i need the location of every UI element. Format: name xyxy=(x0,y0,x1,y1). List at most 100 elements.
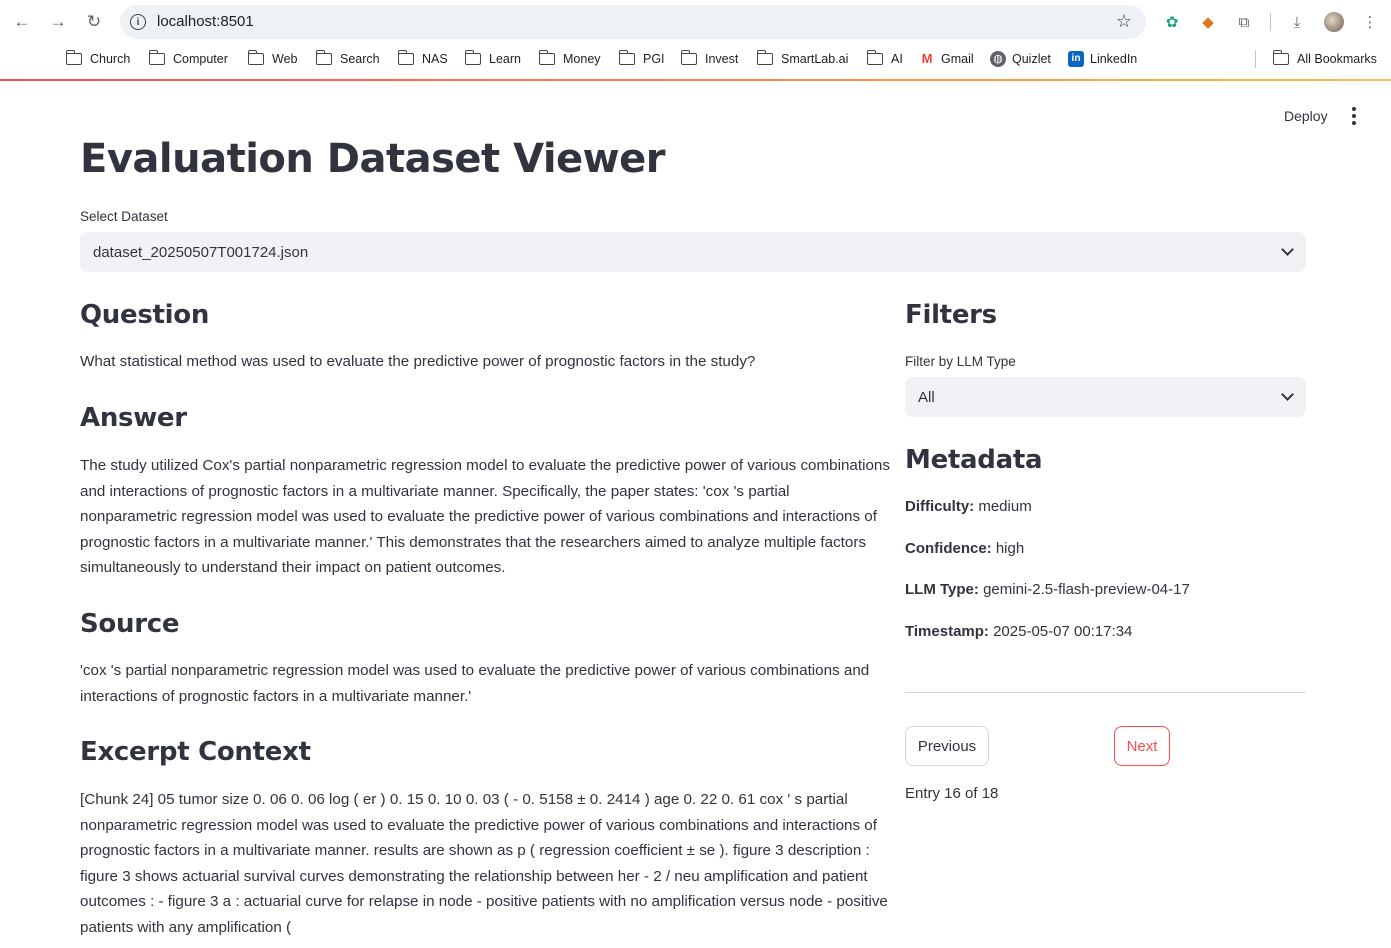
bookmark-learn[interactable]: Learn xyxy=(464,50,521,68)
excerpt-text: [Chunk 24] 05 tumor size 0. 06 0. 06 log… xyxy=(80,791,888,936)
folder-icon xyxy=(247,50,264,65)
answer-heading: Answer xyxy=(80,403,187,433)
entry-counter: Entry 16 of 18 xyxy=(905,785,999,802)
download-icon[interactable]: ⤓ xyxy=(1286,11,1308,33)
forward-arrow-icon[interactable]: → xyxy=(46,10,70,34)
dataset-select[interactable]: dataset_20250507T001724.json xyxy=(80,232,1306,272)
bookmark-label: Learn xyxy=(489,52,521,66)
folder-icon xyxy=(538,50,555,65)
bookmark-label: AI xyxy=(891,52,903,66)
site-info-icon[interactable]: i xyxy=(130,14,146,30)
extension-copilot-icon[interactable]: ✿ xyxy=(1161,11,1183,33)
bookmark-label: Computer xyxy=(173,52,228,66)
bookmark-ai[interactable]: AI xyxy=(866,50,903,68)
answer-text: The study utilized Cox's partial nonpara… xyxy=(80,457,890,577)
url-text[interactable]: localhost:8501 xyxy=(157,13,254,30)
page-title: Evaluation Dataset Viewer xyxy=(80,136,665,182)
browser-toolbar: ← → ↻ i localhost:8501 ☆ ✿ ◆ ⧉ ⤓ ⋮ xyxy=(0,0,1391,44)
bookmark-linkedin[interactable]: in LinkedIn xyxy=(1068,50,1137,68)
bookmark-label: All Bookmarks xyxy=(1297,52,1377,66)
bookmark-label: SmartLab.ai xyxy=(781,52,849,66)
folder-icon xyxy=(866,50,883,65)
bookmark-label: Web xyxy=(272,52,298,66)
globe-icon: ◍ xyxy=(990,51,1006,67)
address-bar[interactable]: i localhost:8501 ☆ xyxy=(120,5,1146,39)
bookmark-label: Church xyxy=(90,52,131,66)
bookmark-web[interactable]: Web xyxy=(247,50,298,68)
difficulty-value: medium xyxy=(978,498,1032,515)
next-button[interactable]: Next xyxy=(1114,726,1170,766)
chevron-down-icon xyxy=(1281,388,1294,401)
filter-llm-label: Filter by LLM Type xyxy=(905,354,1016,369)
chevron-down-icon xyxy=(1281,243,1294,256)
bookmark-label: NAS xyxy=(422,52,448,66)
bookmark-computer[interactable]: Computer xyxy=(148,50,228,68)
deploy-button[interactable]: Deploy xyxy=(1270,104,1342,128)
dataset-select-value: dataset_20250507T001724.json xyxy=(93,243,309,261)
bookmark-quizlet[interactable]: ◍ Quizlet xyxy=(990,50,1051,68)
folder-icon xyxy=(148,50,165,65)
bookmark-money[interactable]: Money xyxy=(538,50,601,68)
folder-icon xyxy=(65,50,82,65)
app-top-decoration xyxy=(0,79,1391,81)
bookmark-label: Gmail xyxy=(941,52,974,66)
folder-icon xyxy=(680,50,697,65)
divider xyxy=(905,692,1306,693)
bookmark-star-icon[interactable]: ☆ xyxy=(1116,11,1132,32)
llm-type-value: gemini-2.5-flash-preview-04-17 xyxy=(983,581,1190,598)
source-heading: Source xyxy=(80,609,180,639)
select-dataset-label: Select Dataset xyxy=(80,209,168,224)
bookmark-label: Money xyxy=(563,52,601,66)
gmail-icon: M xyxy=(919,51,935,67)
question-heading: Question xyxy=(80,300,210,330)
main-menu-icon[interactable] xyxy=(1344,106,1364,126)
llm-type-row: LLM Type: gemini-2.5-flash-preview-04-17 xyxy=(905,581,1190,598)
bookmark-label: Quizlet xyxy=(1012,52,1051,66)
linkedin-icon: in xyxy=(1068,51,1084,67)
timestamp-label: Timestamp: xyxy=(905,623,989,640)
bookmark-label: LinkedIn xyxy=(1090,52,1138,66)
bookmark-label: PGI xyxy=(643,52,665,66)
folder-icon xyxy=(756,50,773,65)
source-text: 'cox 's partial nonparametric regression… xyxy=(80,662,870,705)
reload-icon[interactable]: ↻ xyxy=(82,10,106,34)
toolbar-divider xyxy=(1270,13,1271,31)
confidence-row: Confidence: high xyxy=(905,540,1024,557)
bookmark-pgi[interactable]: PGI xyxy=(618,50,665,68)
confidence-value: high xyxy=(995,540,1025,557)
all-bookmarks[interactable]: All Bookmarks xyxy=(1272,50,1377,68)
bookmark-smartlab[interactable]: SmartLab.ai xyxy=(756,50,849,68)
bookmark-search[interactable]: Search xyxy=(315,50,380,68)
previous-button[interactable]: Previous xyxy=(905,726,989,766)
bookmarks-divider xyxy=(1255,50,1256,68)
timestamp-value: 2025-05-07 00:17:34 xyxy=(993,623,1133,640)
extensions-puzzle-icon[interactable]: ⧉ xyxy=(1233,11,1255,33)
bookmark-church[interactable]: Church xyxy=(65,50,131,68)
llm-type-select[interactable]: All xyxy=(905,377,1306,417)
filters-heading: Filters xyxy=(905,300,997,330)
folder-icon xyxy=(315,50,332,65)
bookmark-label: Invest xyxy=(705,52,739,66)
metamask-fox-icon[interactable]: ◆ xyxy=(1197,11,1219,33)
confidence-label: Confidence: xyxy=(905,540,992,557)
folder-icon xyxy=(397,50,414,65)
llm-type-select-value: All xyxy=(918,388,935,406)
question-text: What statistical method was used to eval… xyxy=(80,353,756,370)
bookmark-invest[interactable]: Invest xyxy=(680,50,739,68)
timestamp-row: Timestamp: 2025-05-07 00:17:34 xyxy=(905,623,1132,640)
chrome-menu-icon[interactable]: ⋮ xyxy=(1359,11,1381,33)
bookmark-label: Search xyxy=(340,52,380,66)
folder-icon xyxy=(464,50,481,65)
excerpt-heading: Excerpt Context xyxy=(80,737,311,767)
llm-type-label: LLM Type: xyxy=(905,581,979,598)
folder-icon xyxy=(1272,50,1289,65)
bookmark-gmail[interactable]: M Gmail xyxy=(919,50,974,68)
folder-icon xyxy=(618,50,635,65)
profile-avatar[interactable] xyxy=(1324,12,1344,32)
difficulty-label: Difficulty: xyxy=(905,498,975,515)
metadata-heading: Metadata xyxy=(905,445,1043,475)
difficulty-row: Difficulty: medium xyxy=(905,498,1032,515)
bookmarks-bar: Church Computer Web Search NAS Learn Mon… xyxy=(0,44,1391,74)
bookmark-nas[interactable]: NAS xyxy=(397,50,448,68)
back-arrow-icon[interactable]: ← xyxy=(10,10,34,34)
